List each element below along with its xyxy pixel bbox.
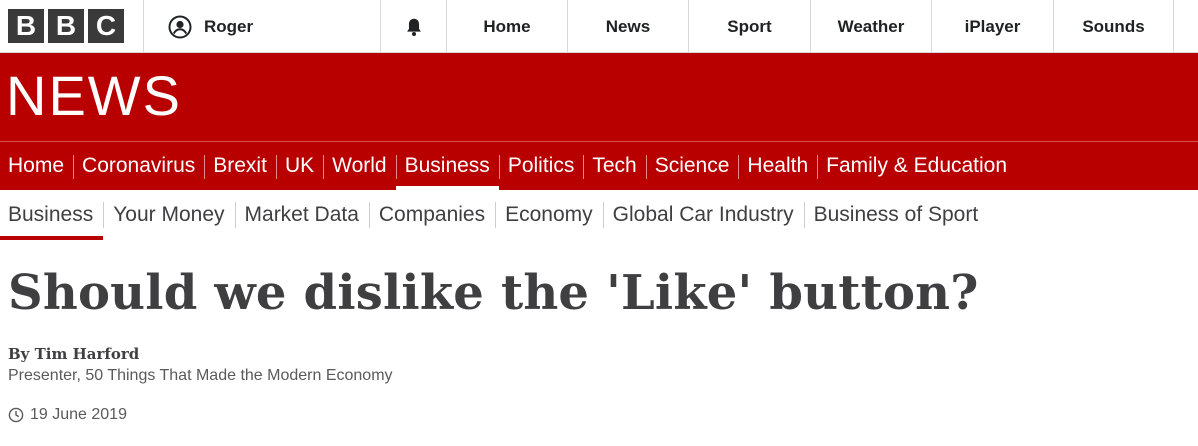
global-nav-iplayer[interactable]: iPlayer [931, 0, 1053, 53]
section-nav-brexit[interactable]: Brexit [204, 142, 276, 190]
author-role: Presenter, 50 Things That Made the Moder… [8, 367, 393, 384]
section-nav-home[interactable]: Home [0, 142, 73, 190]
sub-nav-market-data[interactable]: Market Data [234, 190, 369, 240]
notifications-button[interactable] [380, 0, 446, 53]
section-nav-politics[interactable]: Politics [498, 142, 584, 190]
sub-nav-business-of-sport[interactable]: Business of Sport [803, 190, 989, 240]
sub-nav-business[interactable]: Business [0, 190, 104, 240]
section-nav-business[interactable]: Business [395, 142, 500, 190]
global-nav-home[interactable]: Home [446, 0, 567, 53]
section-nav-uk[interactable]: UK [275, 142, 323, 190]
sub-nav-economy[interactable]: Economy [495, 190, 603, 240]
bell-icon [406, 18, 421, 36]
section-nav: Home Coronavirus Brexit UK World Busines… [0, 142, 1016, 190]
news-banner: NEWS Home Coronavirus Brexit UK World Bu… [0, 53, 1198, 190]
section-nav-family-education[interactable]: Family & Education [817, 142, 1016, 190]
news-wordmark[interactable]: NEWS [6, 61, 182, 131]
section-nav-science[interactable]: Science [645, 142, 739, 190]
article-headline: Should we dislike the 'Like' button? [8, 265, 979, 321]
sub-nav-companies[interactable]: Companies [368, 190, 495, 240]
global-nav-weather[interactable]: Weather [810, 0, 931, 53]
section-nav-tech[interactable]: Tech [583, 142, 645, 190]
global-nav-sounds[interactable]: Sounds [1053, 0, 1174, 53]
bbc-logo-letter: B [48, 9, 84, 43]
global-nav-sport[interactable]: Sport [688, 0, 810, 53]
section-nav-health[interactable]: Health [738, 142, 817, 190]
user-account-icon [168, 15, 192, 38]
bbc-logo[interactable]: B B C [8, 9, 124, 43]
sub-nav-global-car-industry[interactable]: Global Car Industry [602, 190, 804, 240]
clock-icon [8, 407, 24, 423]
section-nav-coronavirus[interactable]: Coronavirus [73, 142, 204, 190]
publish-date: 19 June 2019 [8, 406, 127, 424]
section-nav-world[interactable]: World [323, 142, 395, 190]
sub-nav-your-money[interactable]: Your Money [103, 190, 234, 240]
account-name: Roger [204, 16, 254, 36]
author-name[interactable]: By Tim Harford [8, 345, 139, 363]
business-sub-nav: Business Your Money Market Data Companie… [0, 190, 1198, 240]
bbc-logo-letter: C [88, 9, 124, 43]
publish-date-text: 19 June 2019 [30, 406, 127, 423]
global-header: B B C Roger Home News Sport Weather iPla… [0, 0, 1198, 53]
bbc-logo-letter: B [8, 9, 44, 43]
global-nav-news[interactable]: News [567, 0, 688, 53]
account-link[interactable]: Roger [143, 0, 380, 53]
